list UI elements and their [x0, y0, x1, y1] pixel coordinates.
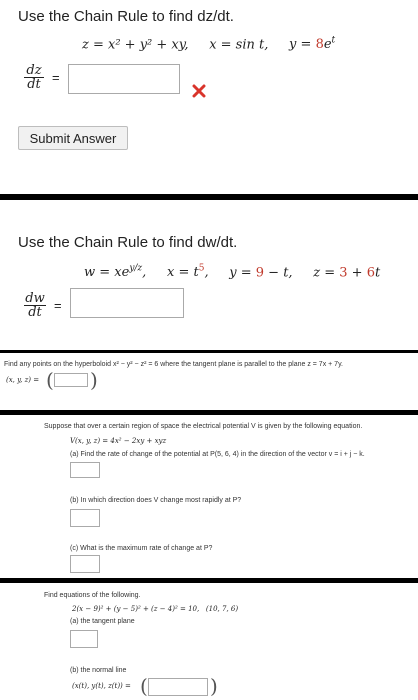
q3-text: Find any points on the hyperboloid x² − … [4, 361, 343, 368]
submit-answer-button[interactable]: Submit Answer [18, 126, 128, 150]
q5-part-b: (b) the normal line [70, 667, 127, 674]
q1-title: Use the Chain Rule to find dz/dt. [18, 8, 234, 25]
separator [0, 350, 418, 353]
q1-eq-y: y = 8et [289, 36, 336, 53]
q2-eq-x: x = t5, [166, 264, 209, 281]
q4-part-b: (b) In which direction does V change mos… [70, 497, 242, 504]
q1-eq-x: x = sin t, [209, 37, 269, 53]
open-paren: ( [46, 368, 54, 392]
q5-equation: 2(x − 9)² + (y − 5)² + (z − 4)² = 10, (1… [72, 605, 239, 613]
q2-eq-w: w = xey/z, [84, 264, 147, 281]
q5-label-b: (x(t), y(t), z(t)) = [72, 682, 131, 690]
q2-equals: = [54, 298, 62, 313]
q5-intro: Find equations of the following. [44, 592, 141, 599]
q4-part-c: (c) What is the maximum rate of change a… [70, 545, 213, 552]
q4-answer-a-input[interactable] [70, 462, 100, 478]
q1-eq-z: z = x² + y² + xy, [82, 37, 189, 53]
q4-equation: V(x, y, z) = 4x² − 2xy + xyz [70, 437, 167, 445]
q1-equals: = [52, 70, 60, 85]
q3-label: (x, y, z) = [6, 376, 40, 384]
q4-intro: Suppose that over a certain region of sp… [44, 423, 363, 430]
q5-part-a: (a) the tangent plane [70, 618, 135, 625]
close-paren: ) [90, 368, 98, 392]
q2-eq-y: y = 9 − t, [229, 265, 293, 281]
q1-derivative-label: dz dt [24, 64, 44, 91]
q5-point: (10, 7, 6) [205, 605, 239, 613]
q4-part-a: (a) Find the rate of change of the poten… [70, 451, 365, 458]
q5-answer-b-input[interactable] [148, 678, 208, 696]
q2-equations: w = xey/z, x = t5, y = 9 − t, z = 3 + 6t [84, 264, 380, 280]
q1-answer-input[interactable] [68, 64, 180, 94]
q1-eq-y-coef: 8 [315, 37, 324, 53]
close-paren: ) [210, 674, 218, 698]
q4-answer-b-input[interactable] [70, 509, 100, 527]
q2-eq-z: z = 3 + 6t [313, 265, 381, 281]
separator [0, 194, 418, 200]
separator [0, 410, 418, 415]
q3-answer-input[interactable] [54, 373, 88, 387]
q2-derivative-label: dw dt [24, 291, 46, 320]
separator [0, 578, 418, 583]
q4-answer-c-input[interactable] [70, 555, 100, 573]
q2-title: Use the Chain Rule to find dw/dt. [18, 234, 238, 251]
q5-answer-a-input[interactable] [70, 630, 98, 648]
q2-answer-input[interactable] [70, 288, 184, 318]
open-paren: ( [140, 674, 148, 698]
x-mark-icon [192, 84, 206, 98]
q1-equations: z = x² + y² + xy, x = sin t, y = 8et [82, 36, 335, 52]
